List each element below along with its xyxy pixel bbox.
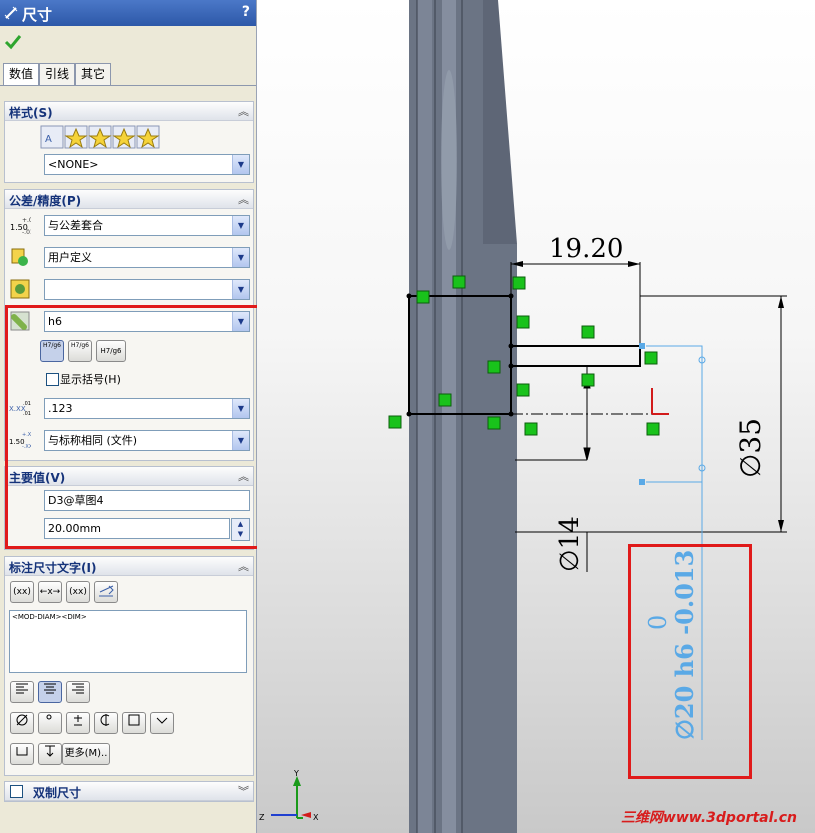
style-select[interactable]: <NONE> ▼ (44, 154, 250, 175)
expand-chevron-icon[interactable]: ︾ (238, 783, 249, 799)
help-button[interactable]: ? (242, 4, 250, 20)
offset-text-button[interactable] (94, 581, 118, 603)
counterbore-icon (16, 747, 28, 756)
tolerance-type-icon: 1.50+.01-.01 (10, 217, 31, 236)
inspection-dimension-button[interactable]: (xx) (66, 581, 90, 603)
style-select-value: <NONE> (48, 158, 99, 171)
svg-text:-.01: -.01 (22, 229, 31, 236)
dual-dimension-title: 双制尺寸 (33, 786, 82, 800)
square-icon (128, 714, 140, 726)
tab-other[interactable]: 其它 (75, 63, 111, 85)
tolerance-type-select[interactable]: 与公差套合 ▼ (44, 215, 250, 236)
centerline-symbol-button[interactable] (94, 712, 118, 734)
collapse-chevron-icon[interactable]: ︽ (238, 103, 249, 119)
svg-text:Y: Y (293, 769, 299, 778)
classification-icon (11, 248, 28, 266)
dimension-text-content: <MOD-DIAM><DIM> (12, 613, 87, 621)
style-toolbar: A (40, 125, 160, 149)
chevron-down-icon (156, 717, 168, 724)
collapse-chevron-icon[interactable]: ︽ (238, 558, 249, 574)
dimension-icon (4, 6, 18, 20)
classification-select[interactable]: 用户定义 ▼ (44, 247, 250, 268)
more-symbols-dropdown[interactable] (150, 712, 174, 734)
dimension-text-group-header[interactable]: 标注尺寸文字(I) ︽ (5, 557, 253, 576)
dimension-19-20[interactable]: 19.20 (549, 234, 623, 264)
degree-icon (46, 714, 52, 720)
ok-check-icon[interactable] (4, 33, 22, 51)
diameter-icon (16, 714, 28, 726)
dual-dimension-checkbox[interactable] (10, 785, 23, 798)
dimension-text-area[interactable]: <MOD-DIAM><DIM> (9, 610, 247, 673)
square-symbol-button[interactable] (122, 712, 146, 734)
style-group-title: 样式(S) (9, 106, 53, 120)
offset-text-icon (99, 585, 114, 597)
depth-icon (45, 745, 55, 757)
counterbore-symbol-button[interactable] (10, 743, 34, 765)
degree-symbol-button[interactable] (38, 712, 62, 734)
center-dimension-button[interactable]: ←x→ (38, 581, 62, 603)
dimension-text-group-title: 标注尺寸文字(I) (9, 561, 97, 575)
panel-title: 尺寸 (22, 6, 53, 24)
add-parentheses-label: (xx) (13, 587, 31, 597)
align-left-icon (16, 683, 28, 694)
dimension-diameter-14[interactable]: ∅14 (555, 516, 585, 572)
more-symbols-button[interactable]: 更多(M).. (62, 743, 110, 765)
more-symbols-label: 更多(M).. (64, 748, 108, 759)
tolerance-group-header[interactable]: 公差/精度(P) ︽ (5, 190, 253, 209)
dropdown-arrow-icon[interactable]: ▼ (232, 280, 249, 299)
align-right-button[interactable] (66, 681, 90, 703)
align-center-icon (44, 683, 56, 694)
highlight-box (5, 305, 280, 549)
style-group-header[interactable]: 样式(S) ︽ (5, 102, 253, 121)
dropdown-arrow-icon[interactable]: ▼ (232, 155, 249, 174)
depth-symbol-button[interactable] (38, 743, 62, 765)
tolerance-group-title: 公差/精度(P) (9, 194, 82, 208)
tab-value[interactable]: 数值 (3, 63, 39, 86)
align-right-icon (72, 683, 84, 694)
dimension-diameter-35[interactable]: ∅35 (734, 418, 767, 478)
property-manager-panel: 尺寸 ? 数值 引线 其它 样式(S) ︽ A <NONE> ▼ 公差/精度(P… (0, 0, 280, 833)
watermark: 三维网www.3dportal.cn (620, 810, 797, 826)
style-group: 样式(S) ︽ A <NONE> ▼ (4, 101, 254, 183)
dimension-text-group: 标注尺寸文字(I) ︽ (xx) ←x→ (xx) <MOD-DIAM><DIM… (4, 556, 254, 776)
diameter-symbol-button[interactable] (10, 712, 34, 734)
align-center-button[interactable] (38, 681, 62, 703)
panel-title-bar: 尺寸 ? (0, 0, 256, 26)
plus-minus-symbol-button[interactable] (66, 712, 90, 734)
svg-text:+.01: +.01 (22, 217, 31, 224)
align-left-button[interactable] (10, 681, 34, 703)
svg-text:Z: Z (259, 813, 265, 822)
svg-text:A: A (45, 134, 52, 145)
dropdown-arrow-icon[interactable]: ▼ (232, 248, 249, 267)
hole-fit-icon (10, 279, 30, 299)
classification-value: 用户定义 (48, 251, 92, 264)
graphics-area: Y Z X 19.20 ∅35 ∅14 0 ∅20 h6 -0.013 三维网w… (257, 0, 815, 833)
plus-minus-icon (74, 715, 82, 726)
center-dimension-label: ←x→ (39, 587, 61, 597)
collapse-chevron-icon[interactable]: ︽ (238, 191, 249, 207)
hole-fit-select[interactable]: ▼ (44, 279, 250, 300)
inspection-dimension-label: (xx) (69, 587, 87, 597)
sketch-slot (511, 345, 641, 367)
dimension-highlight-box (628, 544, 752, 779)
svg-text:X: X (313, 813, 319, 822)
tolerance-type-value: 与公差套合 (48, 219, 103, 232)
dual-dimension-group-header[interactable]: 双制尺寸 ︾ (5, 782, 253, 801)
dropdown-arrow-icon[interactable]: ▼ (232, 216, 249, 235)
tab-leader[interactable]: 引线 (39, 63, 75, 85)
add-parentheses-button[interactable]: (xx) (10, 581, 34, 603)
tab-divider (0, 85, 256, 86)
dual-dimension-group: 双制尺寸 ︾ (4, 781, 254, 802)
centerline-icon (100, 714, 110, 726)
